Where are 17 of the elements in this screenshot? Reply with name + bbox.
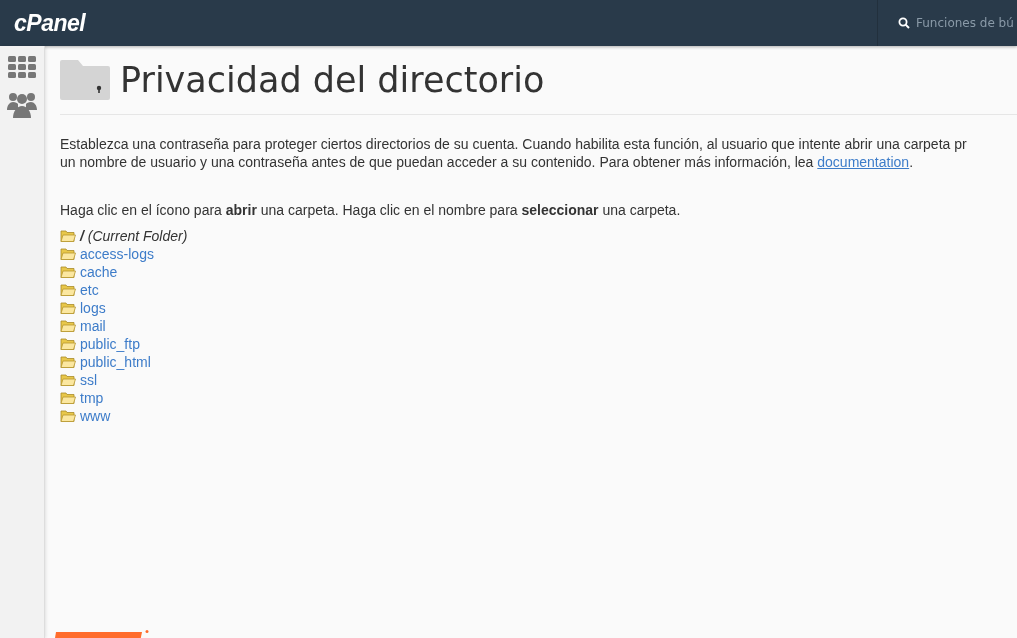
intro-paragraph: Establezca una contraseña para proteger ciertos directorios de su cuenta. Cuando habilita esta función, al usuario que intente abrir una carpeta pr un nombre de usuario y una contraseña antes de que puedan acceder a su contenido. Para obtener más información, lea documentation. bbox=[60, 135, 968, 171]
folder-link[interactable]: cache bbox=[80, 264, 118, 280]
instruction-text: Haga clic en el ícono para abrir una carpeta. Haga clic en el nombre para seleccionar una carpeta. bbox=[60, 201, 682, 219]
folder-link[interactable]: public_ftp bbox=[80, 336, 140, 352]
page-title: Privacidad del directorio bbox=[120, 60, 545, 100]
documentation-link[interactable]: documentation bbox=[817, 154, 910, 170]
folder-link[interactable]: tmp bbox=[80, 390, 104, 406]
folder-link[interactable]: www bbox=[80, 408, 111, 424]
folder-link[interactable]: mail bbox=[80, 318, 106, 334]
folder-link[interactable]: public_html bbox=[80, 354, 151, 370]
search-field[interactable]: Funciones de bú bbox=[916, 16, 1017, 30]
folder-link[interactable]: access-logs bbox=[80, 246, 154, 262]
cpanel-logo[interactable]: cPanel bbox=[14, 9, 86, 37]
folder-link[interactable]: logs bbox=[80, 300, 106, 316]
current-folder-label[interactable]: / (Current Folder) bbox=[80, 228, 188, 244]
folder-link[interactable]: etc bbox=[80, 282, 99, 298]
folder-link[interactable]: ssl bbox=[80, 372, 98, 388]
